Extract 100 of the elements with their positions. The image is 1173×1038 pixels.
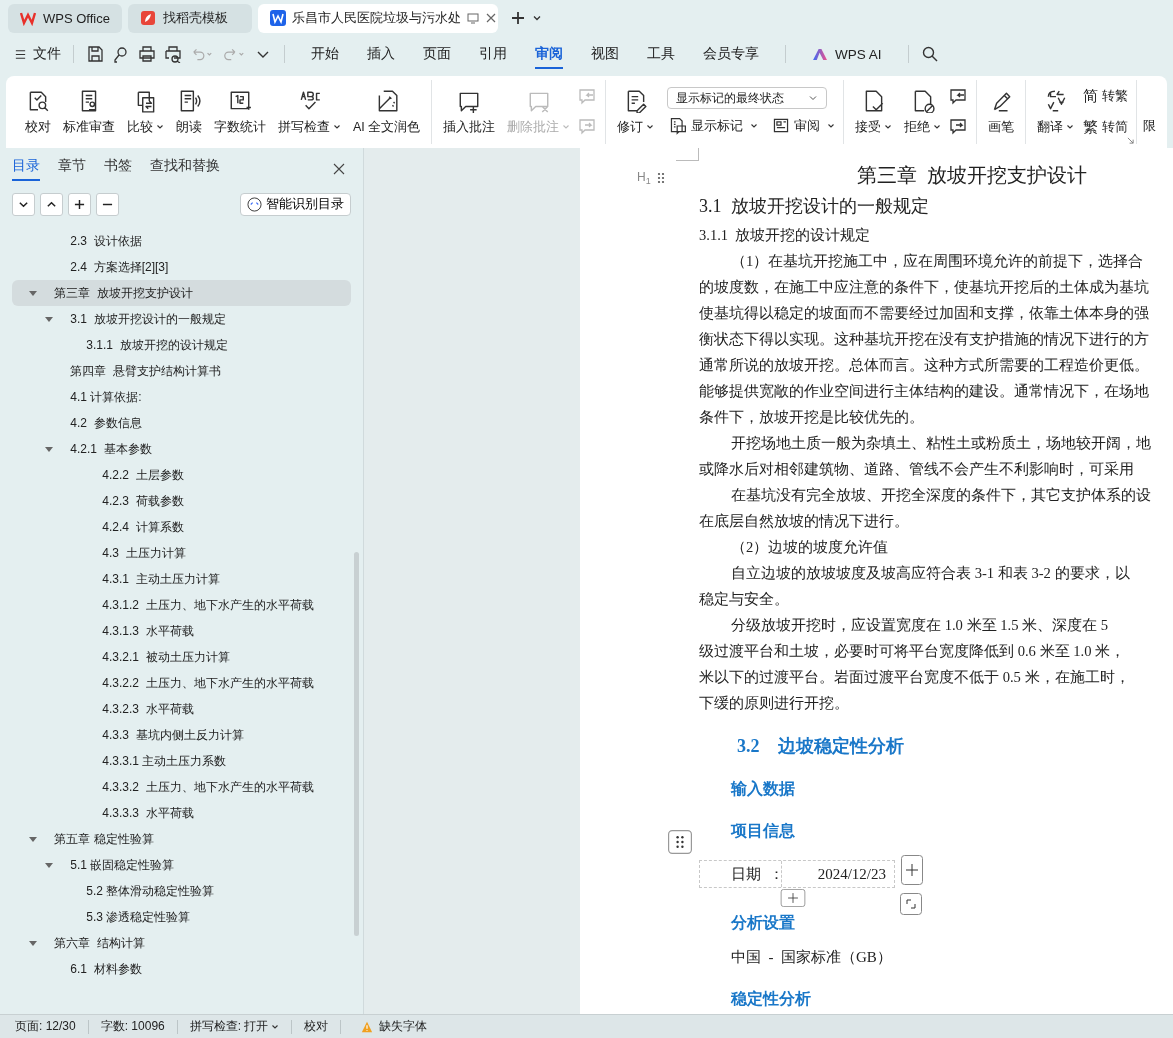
toc-item[interactable]: 4.3.2.1 被动土压力计算 (12, 644, 351, 670)
expand-triangle-icon[interactable] (45, 445, 53, 453)
toc-item[interactable]: 5.2 整体滑动稳定性验算 (12, 878, 351, 904)
chevron-down-icon[interactable] (532, 13, 542, 23)
ribbon-tab[interactable]: 开始 (297, 39, 353, 69)
word-count[interactable]: 字数: 10096 (100, 1018, 165, 1035)
ribbon-tab[interactable]: 审阅 (521, 39, 577, 69)
toc-item[interactable]: 4.3.3.3 水平荷载 (12, 800, 351, 826)
spell-check-toggle[interactable]: 拼写检查: 打开 (189, 1018, 280, 1035)
ribbon-tab[interactable]: 工具 (633, 39, 689, 69)
ribbon-button[interactable]: 标准审查 (58, 86, 120, 138)
ribbon-button[interactable]: 限 (1143, 117, 1157, 135)
markup-select[interactable]: 显示标记的最终状态 (667, 87, 828, 109)
ribbon-button[interactable]: 校对 (20, 86, 56, 138)
toc-item[interactable]: 4.2 参数信息 (12, 410, 351, 436)
ribbon-button[interactable]: 朗读 (171, 86, 207, 138)
save-icon[interactable] (86, 45, 104, 63)
ribbon-button[interactable]: 比较 (122, 86, 169, 138)
ribbon-tab[interactable]: 页面 (409, 39, 465, 69)
toc-item[interactable]: 4.2.3 荷载参数 (12, 488, 351, 514)
window-tab[interactable]: 乐昌市人民医院垃圾与污水处 (258, 3, 498, 33)
ribbon-button[interactable]: 显示标记 (667, 115, 761, 137)
toc-item[interactable]: 4.1 计算依据: (12, 384, 351, 410)
table-cell: 日期 ： (700, 861, 782, 887)
drag-handle-icon[interactable] (656, 172, 665, 185)
nav-tab[interactable]: 查找和替换 (150, 157, 220, 181)
toc-item[interactable]: 4.3.1 主动土压力计算 (12, 566, 351, 592)
ribbon-tab[interactable]: 引用 (465, 39, 521, 69)
resize-icon[interactable] (900, 893, 922, 915)
ribbon-button[interactable]: 简 转繁 (1081, 85, 1131, 108)
toc-item[interactable]: 第四章 悬臂支护结构计算书 (12, 358, 351, 384)
ai-button[interactable]: WPS AI (798, 46, 896, 62)
expand-triangle-icon[interactable] (29, 289, 37, 297)
toc-item[interactable]: 第六章 结构计算 (12, 930, 351, 956)
pane-icon (772, 117, 791, 135)
ribbon-button[interactable]: AI 全文润色 (348, 86, 426, 138)
toc-item[interactable]: 4.2.2 土层参数 (12, 462, 351, 488)
close-icon[interactable] (333, 163, 345, 175)
toc-item[interactable]: 4.3.3.1 主动土压力系数 (12, 748, 351, 774)
toc-item[interactable]: 4.3.3.2 土压力、地下水产生的水平荷载 (12, 774, 351, 800)
body-text-line: 稳定与安全。 (699, 590, 790, 609)
toc-item[interactable]: 4.3.2.3 水平荷载 (12, 696, 351, 722)
ribbon-button[interactable]: 接受 (850, 86, 898, 138)
page-count[interactable]: 页面: 12/30 (15, 1018, 76, 1035)
smart-toc-button[interactable]: 智能识别目录 (240, 193, 351, 216)
print-preview-icon[interactable] (164, 45, 182, 63)
ribbon-button[interactable]: 画笔 (983, 86, 1020, 138)
close-icon[interactable] (485, 12, 497, 24)
new-tab-icon[interactable] (510, 10, 526, 26)
toc-item[interactable]: 3.1.1 放坡开挖的设计规定 (12, 332, 351, 358)
ribbon-button[interactable]: 字数统计 (209, 86, 271, 138)
ribbon-button[interactable]: 繁 转简 (1081, 116, 1131, 139)
toc-item[interactable]: 4.3.1.3 水平荷载 (12, 618, 351, 644)
expand-triangle-icon[interactable] (45, 861, 53, 869)
toc-item[interactable]: 4.3.3 基坑内侧土反力计算 (12, 722, 351, 748)
ribbon-tab[interactable]: 会员专享 (689, 39, 773, 69)
expand-triangle-icon[interactable] (29, 939, 37, 947)
toc-item[interactable]: 3.1 放坡开挖设计的一般规定 (12, 306, 351, 332)
ribbon-button[interactable]: 审阅 (770, 115, 838, 137)
toc-item[interactable]: 4.2.1 基本参数 (12, 436, 351, 462)
nav-tab[interactable]: 书签 (104, 157, 132, 181)
search-icon[interactable] (920, 45, 939, 63)
toc-item[interactable]: 5.1 嵌固稳定性验算 (12, 852, 351, 878)
body-text-line: 在底层自然放坡的情况下进行。 (699, 512, 910, 531)
toc-item[interactable]: 2.4 方案选择[2][3] (12, 254, 351, 280)
toc-item[interactable]: 第五章 稳定性验算 (12, 826, 351, 852)
toc-item[interactable]: 4.3.1.2 土压力、地下水产生的水平荷载 (12, 592, 351, 618)
ribbon-tab[interactable]: 视图 (577, 39, 633, 69)
nav-tab[interactable]: 章节 (58, 157, 86, 181)
ribbon-button[interactable]: 翻译 (1032, 86, 1080, 138)
toc-item[interactable]: 6.1 材料参数 (12, 956, 351, 982)
window-tab[interactable]: 找稻壳模板 (128, 3, 252, 33)
toc-item[interactable]: 第三章 放坡开挖支护设计 (12, 280, 351, 306)
missing-font-button[interactable]: 缺失字体 (379, 1018, 428, 1035)
ribbon-button[interactable]: 修订 (612, 86, 660, 138)
expand-triangle-icon[interactable] (29, 835, 37, 843)
add-button[interactable] (68, 193, 91, 216)
ribbon-button[interactable]: 插入批注 (438, 86, 501, 138)
table-handle-icon[interactable] (668, 830, 692, 854)
ribbon-button[interactable]: 拼写检查 (273, 86, 346, 138)
ribbon-tab[interactable]: 插入 (353, 39, 409, 69)
collapse-up-button[interactable] (40, 193, 63, 216)
file-menu[interactable]: 文件 (14, 45, 61, 63)
heading-level-marker[interactable]: H$_{1}$ (637, 170, 651, 187)
toc-item[interactable]: 4.3 土压力计算 (12, 540, 351, 566)
toc-item[interactable]: 2.3 设计依据 (12, 228, 351, 254)
add-column-icon[interactable] (901, 855, 923, 885)
expand-triangle-icon[interactable] (45, 315, 53, 323)
collapse-down-button[interactable] (12, 193, 35, 216)
print-icon[interactable] (138, 45, 156, 63)
window-tab[interactable]: WPS Office (8, 3, 122, 33)
dialog-launcher-icon[interactable] (1127, 137, 1135, 144)
proofread-button[interactable]: 校对 (304, 1018, 329, 1035)
ribbon-button[interactable]: 拒绝 (899, 86, 947, 138)
toc-item[interactable]: 4.2.4 计算系数 (12, 514, 351, 540)
nav-tab[interactable]: 目录 (12, 157, 40, 181)
body-text-line: 在基坑没有完全放坡、开挖全深度的条件下，其它支护体系的设 (730, 486, 1152, 505)
monitor-icon[interactable] (467, 12, 479, 24)
toc-item[interactable]: 5.3 渗透稳定性验算 (12, 904, 351, 930)
toc-item[interactable]: 4.3.2.2 土压力、地下水产生的水平荷载 (12, 670, 351, 696)
